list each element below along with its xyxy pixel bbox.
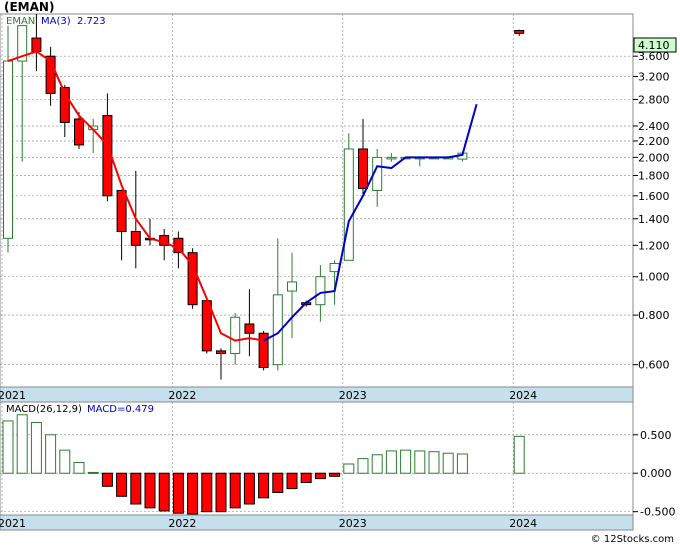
macd-bar: [243, 472, 255, 505]
macd-tick-label-2: -0.500: [640, 506, 675, 519]
macd-bar: [314, 472, 326, 480]
candle-body: [386, 156, 397, 160]
macd-tick-label-0: 0.500: [640, 429, 672, 442]
price-tick-label-7: 1.600: [638, 190, 670, 203]
price-x-label-3: 2024: [509, 389, 537, 402]
candle-body: [315, 276, 326, 306]
macd-x-axis-band: [0, 514, 634, 531]
credit-text: © 12Stocks.com: [590, 534, 674, 545]
macd-bar: [371, 454, 383, 474]
macd-bar: [101, 472, 113, 487]
macd-bar: [400, 449, 412, 474]
macd-x-label-0: 2021: [0, 517, 26, 530]
macd-bar: [229, 472, 241, 509]
macd-x-label-3: 2024: [509, 517, 537, 530]
macd-bar: [385, 450, 397, 474]
price-tick-label-2: 2.800: [638, 93, 670, 106]
price-tick-label-10: 1.000: [638, 271, 670, 284]
price-grid: [0, 14, 633, 387]
price-tick-label-5: 2.000: [638, 151, 670, 164]
candle-body: [31, 37, 42, 52]
macd-bar: [16, 414, 28, 474]
macd-bar: [73, 461, 85, 474]
chart-canvas: 3.6003.2002.8002.4002.2002.0001.8001.600…: [0, 13, 677, 531]
legend-symbol: EMAN: [6, 16, 35, 27]
macd-bar: [286, 472, 298, 490]
macd-bar: [428, 451, 440, 474]
candle-body: [230, 316, 241, 355]
macd-bar: [300, 472, 312, 483]
price-panel-frame: [0, 13, 634, 403]
macd-bar: [144, 472, 156, 509]
price-tick-label-9: 1.200: [638, 239, 670, 252]
price-x-label-1: 2022: [168, 389, 196, 402]
price-candles: [3, 14, 525, 380]
macd-bar: [130, 472, 142, 505]
macd-bars: [2, 414, 525, 515]
macd-legend-label: MACD(26,12,9): [6, 404, 82, 415]
price-x-label-0: 2021: [0, 389, 26, 402]
macd-y-ticks: 0.500 0.000 -0.500: [633, 429, 675, 519]
candle-body: [130, 231, 141, 246]
ma-line-up-segment: [263, 103, 478, 342]
macd-bar: [158, 472, 170, 512]
macd-panel-frame: [0, 401, 634, 531]
macd-tick-label-1: 0.000: [640, 467, 672, 480]
price-tick-label-12: 0.600: [638, 359, 670, 372]
candle-body: [3, 60, 13, 239]
candle-body: [329, 262, 340, 273]
macd-x-label-1: 2022: [168, 517, 196, 530]
macd-bar: [59, 449, 71, 474]
macd-bar: [201, 472, 213, 513]
macd-bar: [30, 421, 42, 474]
price-tick-label-1: 3.200: [638, 70, 670, 83]
macd-bar: [87, 471, 99, 474]
candle-body: [343, 148, 354, 261]
macd-bar: [329, 472, 341, 477]
price-tick-label-8: 1.400: [638, 213, 670, 226]
candle-body: [116, 189, 127, 233]
macd-x-label-2: 2023: [339, 517, 367, 530]
price-tick-label-11: 0.800: [638, 309, 670, 322]
macd-bar: [215, 472, 227, 513]
macd-bar: [513, 435, 525, 474]
candle-body: [244, 323, 255, 334]
legend-ma-label: MA(3): [41, 16, 71, 27]
macd-bar: [343, 463, 355, 474]
price-x-label-2: 2023: [339, 389, 367, 402]
candle-body: [74, 118, 84, 146]
price-tick-label-3: 2.400: [638, 120, 670, 133]
candle-body: [358, 148, 368, 189]
macd-bar: [357, 458, 369, 474]
candle-body: [216, 350, 226, 355]
macd-bar: [2, 420, 14, 474]
macd-bar: [258, 472, 270, 499]
macd-bar: [414, 450, 426, 474]
legend-ma-value: 2.723: [77, 16, 106, 27]
price-y-ticks: 3.6003.2002.8002.4002.2002.0001.8001.600…: [633, 50, 670, 372]
price-tick-label-4: 2.200: [638, 135, 670, 148]
macd-bar: [172, 472, 184, 514]
macd-bar: [116, 472, 128, 497]
macd-bar: [442, 452, 454, 474]
macd-bar: [456, 453, 468, 474]
candle-body: [287, 281, 297, 292]
candle-body: [514, 29, 525, 34]
macd-bar: [187, 472, 199, 515]
last-price-label: 4.110: [638, 39, 670, 52]
ma-line: [7, 50, 478, 342]
price-x-axis-band: [0, 386, 634, 403]
price-tick-label-6: 1.800: [638, 170, 670, 183]
macd-bar: [272, 472, 284, 493]
macd-bar: [45, 434, 57, 474]
macd-grid: [0, 402, 633, 515]
macd-legend-value: MACD=0.479: [87, 404, 154, 415]
